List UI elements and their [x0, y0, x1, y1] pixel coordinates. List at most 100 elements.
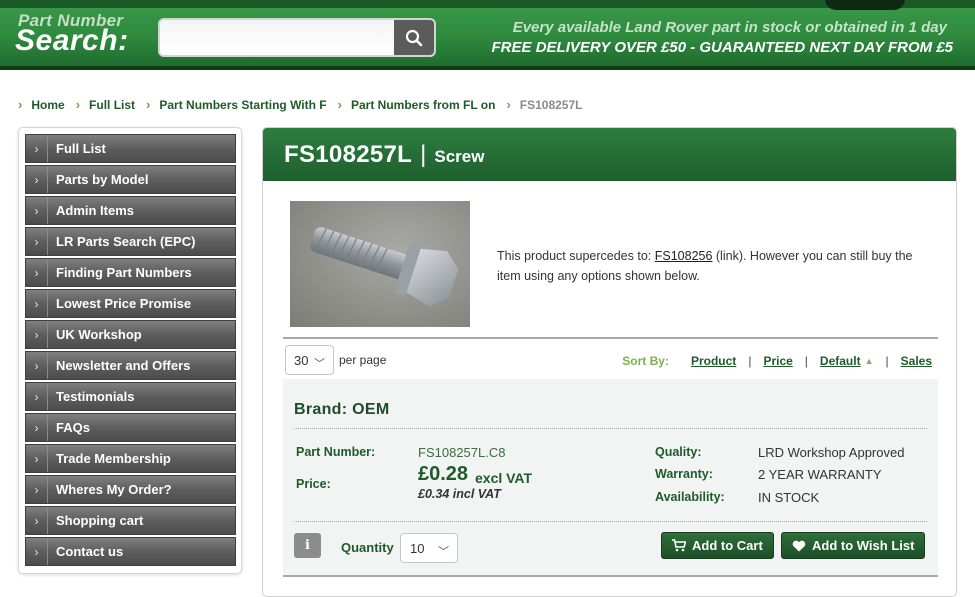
sidebar-menu: › Full List › Parts by Model › Admin Items …	[18, 127, 242, 574]
site-header: Part Number Search: Every available Land…	[0, 0, 975, 70]
add-to-cart-button[interactable]: Add to Cart	[661, 532, 774, 559]
sidebar-item-trade-membership[interactable]: › Trade Membership	[25, 444, 236, 473]
chevron-right-icon: ›	[26, 135, 48, 162]
sidebar-item-label: Contact us	[56, 544, 124, 559]
product-image[interactable]	[290, 201, 470, 327]
price-incl-vat: £0.34 incl VAT	[418, 487, 501, 501]
sidebar-item-label: UK Workshop	[56, 327, 142, 342]
sidebar-item-full-list[interactable]: › Full List	[25, 134, 236, 163]
chevron-right-icon: ›	[26, 197, 48, 224]
price-excl-vat: excl VAT	[475, 470, 533, 486]
availability-label: Availability:	[655, 490, 725, 504]
sort-by-label: Sort By:	[622, 354, 669, 368]
divider	[294, 521, 927, 522]
logo-large-text: Search:	[15, 24, 129, 57]
breadcrumb-home[interactable]: Home	[31, 98, 64, 112]
breadcrumb-full-list[interactable]: Full List	[89, 98, 135, 112]
sidebar-item-label: Admin Items	[56, 203, 135, 218]
sort-divider: |	[885, 354, 889, 368]
offer-card: Brand: OEM Part Number: FS108257L.C8 Pri…	[283, 379, 938, 577]
search-input[interactable]	[160, 20, 398, 55]
sidebar-item-label: Parts by Model	[56, 172, 149, 187]
chevron-right-icon: ›	[26, 166, 48, 193]
sort-by: Sort By: Product | Price | Default ▲ | Sa…	[622, 354, 932, 368]
quantity-select[interactable]: 10 ﹀	[400, 533, 458, 563]
sidebar-item-testimonials[interactable]: › Testimonials	[25, 382, 236, 411]
add-to-wishlist-label: Add to Wish List	[812, 538, 915, 553]
sidebar-item-newsletter[interactable]: › Newsletter and Offers	[25, 351, 236, 380]
per-page-label: per page	[339, 353, 387, 367]
breadcrumb: › Home › Full List › Part Numbers Starting …	[18, 97, 583, 112]
sort-default[interactable]: Default	[820, 354, 861, 368]
breadcrumb-from-fl[interactable]: Part Numbers from FL on	[351, 98, 495, 112]
sidebar-item-admin-items[interactable]: › Admin Items	[25, 196, 236, 225]
info-button[interactable]: i	[294, 533, 321, 558]
chevron-right-icon: ›	[26, 259, 48, 286]
sidebar-item-label: LR Parts Search (EPC)	[56, 234, 196, 249]
listing-toolbar: 30 ﹀ per page Sort By: Product | Price |…	[283, 337, 938, 377]
sidebar-item-label: Shopping cart	[56, 513, 144, 528]
sidebar-item-label: Newsletter and Offers	[56, 358, 191, 373]
sidebar-item-lr-parts-search[interactable]: › LR Parts Search (EPC)	[25, 227, 236, 256]
tagline-delivery: FREE DELIVERY OVER £50 - GUARANTEED NEXT…	[491, 39, 953, 56]
per-page-value: 30	[294, 352, 309, 368]
chevron-down-icon: ﹀	[438, 546, 449, 558]
chevron-right-icon: ›	[26, 538, 48, 565]
per-page-select[interactable]: 30 ﹀	[285, 345, 334, 375]
sort-price[interactable]: Price	[763, 354, 792, 368]
sidebar-item-wheres-my-order[interactable]: › Wheres My Order?	[25, 475, 236, 504]
screw-photo	[310, 227, 459, 307]
breadcrumb-starting-with-f[interactable]: Part Numbers Starting With F	[159, 98, 326, 112]
chevron-right-icon: ›	[506, 97, 511, 112]
quantity-value: 10	[410, 540, 425, 556]
quantity-label: Quantity	[341, 540, 394, 555]
sidebar-item-faqs[interactable]: › FAQs	[25, 413, 236, 442]
chevron-right-icon: ›	[18, 97, 23, 112]
add-to-wishlist-button[interactable]: Add to Wish List	[781, 532, 926, 559]
supercede-text: This product supercedes to:	[497, 249, 655, 263]
part-number-label: Part Number:	[296, 445, 376, 459]
search-button[interactable]	[394, 20, 434, 55]
sort-ascending-icon: ▲	[864, 356, 874, 366]
chevron-right-icon: ›	[26, 321, 48, 348]
chevron-right-icon: ›	[26, 414, 48, 441]
sidebar-item-finding-part-numbers[interactable]: › Finding Part Numbers	[25, 258, 236, 287]
product-panel: FS108257L | Screw This product supercede…	[262, 127, 957, 597]
sidebar-item-label: Finding Part Numbers	[56, 265, 192, 280]
chevron-right-icon: ›	[26, 383, 48, 410]
chevron-right-icon: ›	[337, 97, 342, 112]
supercede-notice: This product supercedes to: FS108256 (li…	[497, 246, 937, 286]
cart-icon	[672, 539, 686, 552]
availability-value: IN STOCK	[758, 490, 820, 505]
title-separator: |	[420, 140, 427, 168]
price-value: £0.28	[418, 463, 469, 485]
sidebar-item-label: FAQs	[56, 420, 90, 435]
search-box	[158, 18, 436, 57]
quality-label: Quality:	[655, 445, 702, 459]
chevron-right-icon: ›	[26, 507, 48, 534]
sidebar-item-uk-workshop[interactable]: › UK Workshop	[25, 320, 236, 349]
chevron-right-icon: ›	[26, 228, 48, 255]
sidebar-item-label: Testimonials	[56, 389, 135, 404]
sidebar-item-lowest-price[interactable]: › Lowest Price Promise	[25, 289, 236, 318]
chevron-right-icon: ›	[146, 97, 151, 112]
sidebar-item-label: Wheres My Order?	[56, 482, 172, 497]
warranty-value: 2 YEAR WARRANTY	[758, 467, 882, 482]
sidebar-item-parts-by-model[interactable]: › Parts by Model	[25, 165, 236, 194]
chevron-right-icon: ›	[26, 352, 48, 379]
sidebar-item-shopping-cart[interactable]: › Shopping cart	[25, 506, 236, 535]
tagline-stock: Every available Land Rover part in stock…	[512, 19, 947, 36]
sort-product[interactable]: Product	[691, 354, 736, 368]
sort-divider: |	[804, 354, 808, 368]
search-icon	[405, 29, 423, 46]
chevron-down-icon: ﹀	[314, 358, 325, 370]
chevron-right-icon: ›	[26, 445, 48, 472]
chevron-right-icon: ›	[26, 290, 48, 317]
sidebar-item-label: Full List	[56, 141, 106, 156]
sort-sales[interactable]: Sales	[901, 354, 932, 368]
add-to-cart-label: Add to Cart	[692, 538, 763, 553]
sidebar-item-contact-us[interactable]: › Contact us	[25, 537, 236, 566]
supercede-link[interactable]: FS108256	[655, 249, 713, 263]
sidebar-item-label: Trade Membership	[56, 451, 171, 466]
warranty-label: Warranty:	[655, 467, 713, 481]
